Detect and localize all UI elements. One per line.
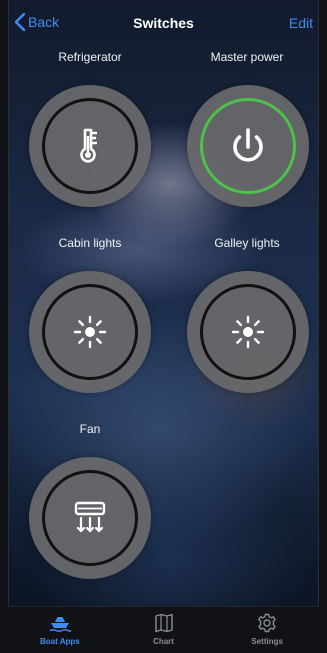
boat-icon	[49, 617, 71, 632]
light-icon	[73, 315, 107, 349]
thermometer-icon	[80, 128, 97, 163]
tab-boat-apps[interactable]: Boat Apps	[8, 607, 112, 653]
chart-icon	[154, 613, 173, 633]
switch-ring	[42, 284, 138, 380]
tab-label: Chart	[153, 637, 174, 646]
gear-icon	[258, 613, 276, 633]
switch-tile-fan: Fan	[20, 421, 160, 437]
switch-label: Fan	[79, 422, 101, 436]
tab-label: Settings	[251, 637, 283, 646]
edit-button[interactable]: Edit	[289, 15, 313, 31]
cabin-lights-switch-button[interactable]	[29, 271, 151, 393]
switches-screen: Back Switches Edit Refrigerator Master p…	[0, 0, 327, 653]
switch-tile-refrigerator: Refrigerator	[20, 49, 160, 65]
frame-right	[318, 0, 327, 653]
refrigerator-switch-button[interactable]	[29, 85, 151, 207]
power-icon	[233, 128, 263, 162]
tab-chart[interactable]: Chart	[112, 607, 216, 653]
switch-ring	[42, 98, 138, 194]
tab-bar: Boat Apps Chart Settings	[8, 606, 319, 653]
master-power-switch-button[interactable]	[187, 85, 309, 207]
tab-label: Boat Apps	[39, 637, 80, 646]
switch-label: Cabin lights	[58, 236, 122, 250]
switch-tile-cabin-lights: Cabin lights	[20, 235, 160, 251]
switch-ring	[42, 470, 138, 566]
switch-label: Master power	[210, 50, 284, 64]
page-title: Switches	[133, 15, 194, 31]
fan-switch-button[interactable]	[29, 457, 151, 579]
switch-ring-on	[200, 98, 296, 194]
switch-tile-galley-lights: Galley lights	[177, 235, 317, 251]
tab-settings[interactable]: Settings	[215, 607, 319, 653]
galley-lights-switch-button[interactable]	[187, 271, 309, 393]
fan-icon	[74, 501, 106, 533]
switch-label: Galley lights	[214, 236, 280, 250]
switch-ring	[200, 284, 296, 380]
switch-label: Refrigerator	[58, 50, 122, 64]
light-icon	[231, 315, 265, 349]
switch-tile-master-power: Master power	[177, 49, 317, 65]
frame-left	[0, 0, 9, 653]
navigation-bar: Back Switches Edit	[8, 0, 319, 40]
